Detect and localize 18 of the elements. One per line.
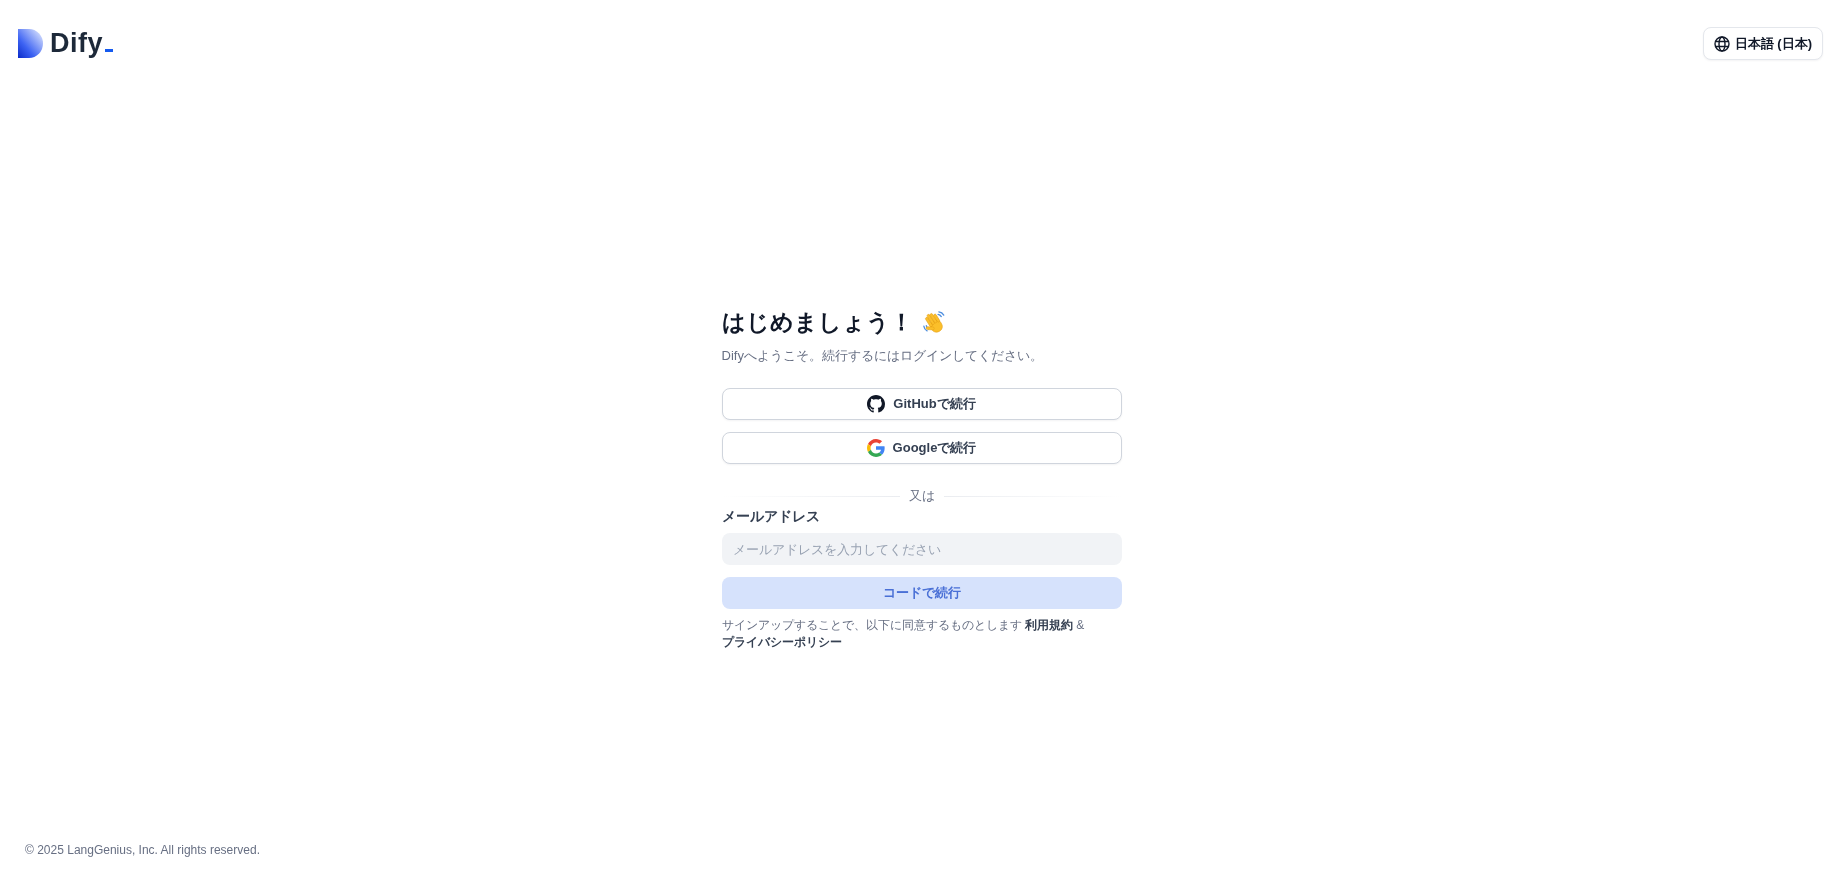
github-login-button[interactable]: GitHubで続行	[721, 388, 1122, 420]
terms-of-use-link[interactable]: 利用規約	[1024, 618, 1073, 632]
google-login-button[interactable]: Googleで続行	[721, 432, 1122, 464]
logo-icon	[18, 29, 43, 58]
page-title: はじめましょう！	[721, 308, 913, 337]
privacy-policy-link[interactable]: プライバシーポリシー	[721, 635, 842, 649]
waving-hand-icon	[920, 309, 947, 335]
copyright-text: © 2025 LangGenius, Inc. All rights reserved.	[25, 842, 260, 858]
email-input[interactable]: メールアドレスを入力してください	[721, 533, 1122, 565]
divider-text: 又は	[907, 487, 936, 505]
logo-text: Dify	[50, 29, 113, 58]
language-button[interactable]: 日本語 (日本)	[1702, 27, 1823, 60]
globe-icon	[1713, 35, 1730, 52]
github-icon	[867, 395, 886, 413]
email-label: メールアドレス	[721, 508, 821, 526]
google-icon	[866, 439, 885, 457]
terms-text: サインアップすることで、以下に同意するものとします 利用規約 & プライバシーポリシー	[721, 617, 1086, 651]
subtitle-text: Difyへようこそ。続行するにはログインしてください。	[721, 347, 1044, 365]
